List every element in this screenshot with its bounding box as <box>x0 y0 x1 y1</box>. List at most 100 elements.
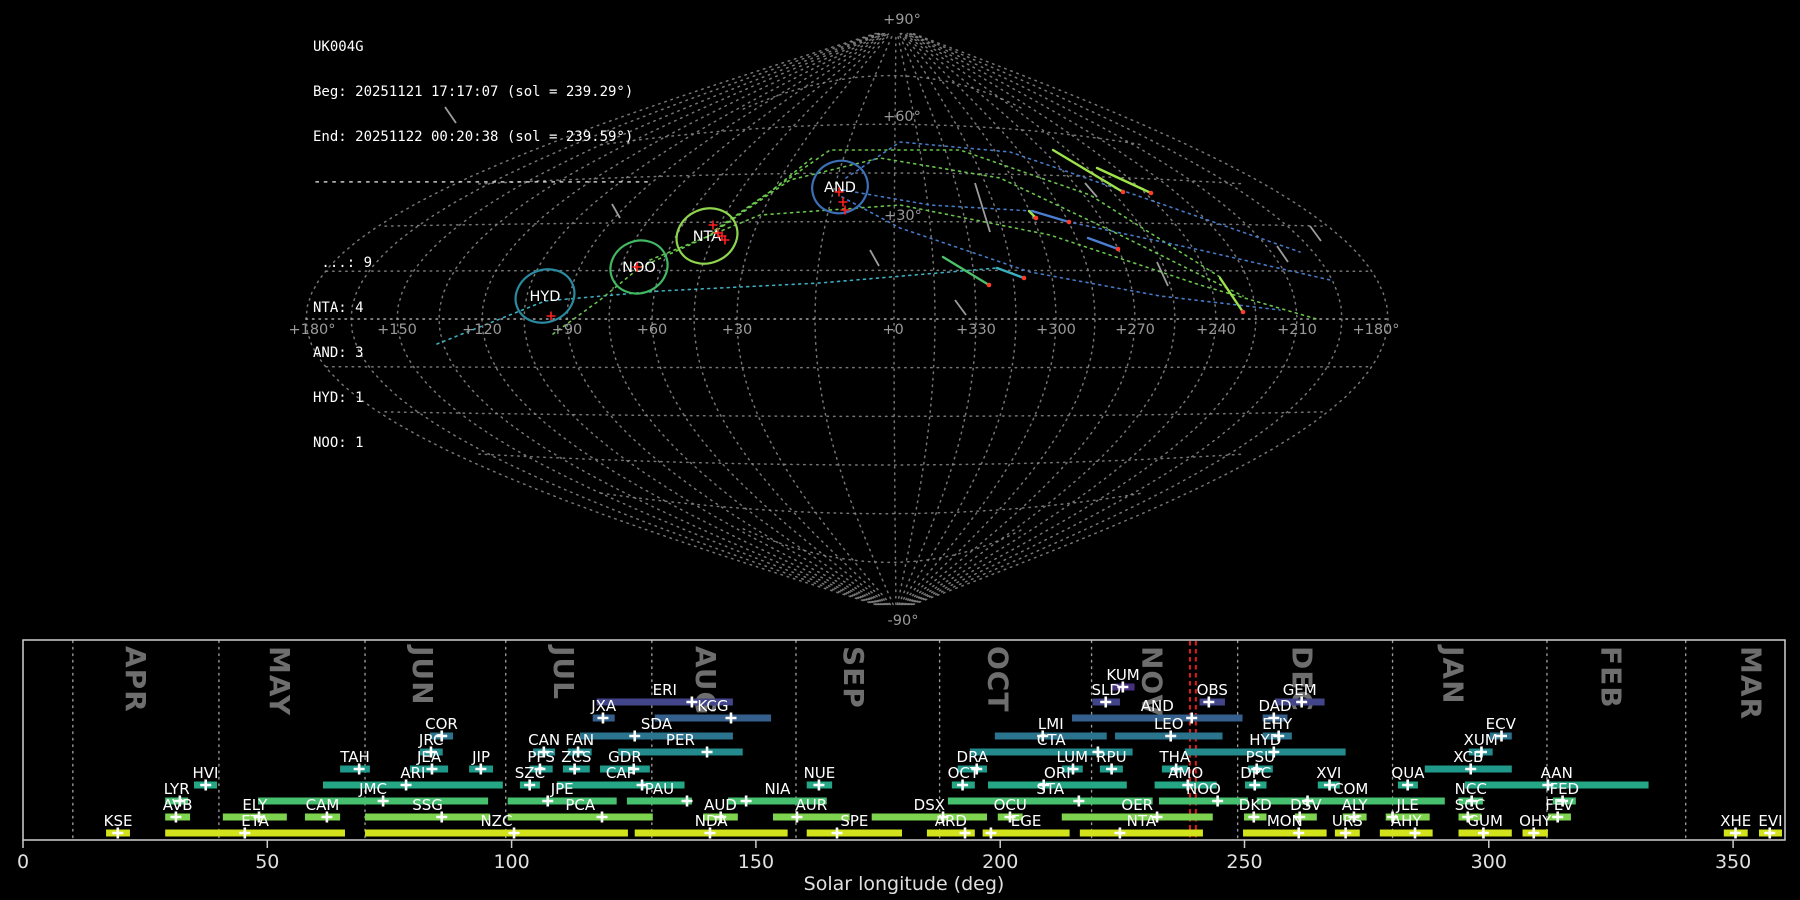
shower-code-label: ZCS <box>561 748 591 766</box>
map-latitude-label: -90° <box>888 613 919 629</box>
shower-code-label: EGE <box>1011 812 1042 830</box>
shower-code-label: OBS <box>1197 681 1228 699</box>
shower-xcb: XCB <box>1424 748 1512 775</box>
shower-gum: GUM <box>1458 812 1512 839</box>
shower-peak-marker <box>701 746 713 758</box>
meteor-endpoint-dot <box>1240 309 1246 315</box>
shower-activity-bar <box>507 797 617 805</box>
meteor-endpoint-dot <box>1148 190 1154 196</box>
shower-code-label: JXA <box>590 697 617 715</box>
shower-peak-marker <box>985 827 997 839</box>
shower-xhe: XHE <box>1720 812 1751 839</box>
radiant-label-and: AND <box>824 180 856 196</box>
map-latitude-label: +30° <box>884 208 922 224</box>
meteor-streak <box>1218 276 1245 314</box>
shower-code-label: NIA <box>764 780 791 798</box>
radiant-map-and-activity-chart: HYDNOONTAAND+180° +150 +120 +90 +60 +30 +0 +330… <box>17 12 1786 895</box>
shower-kse: KSE <box>104 812 133 839</box>
shower-code-label: EVI <box>1758 812 1782 830</box>
shower-code-label: URS <box>1332 812 1363 830</box>
shower-code-label: NOO <box>1186 780 1221 798</box>
shower-code-label: PCA <box>565 796 596 814</box>
x-axis-tick-label: 350 <box>1715 851 1751 873</box>
shower-activity-bar <box>654 714 772 722</box>
shower-code-label: LEO <box>1154 715 1184 733</box>
shower-code-label: DAD <box>1258 697 1291 715</box>
map-longitude-label: +30 <box>722 322 753 338</box>
shower-code-label: ARD <box>935 812 967 830</box>
shower-trail <box>845 141 1301 253</box>
shower-code-label: NZC <box>480 812 512 830</box>
shower-code-label: PAU <box>645 780 674 798</box>
shower-obs: OBS <box>1197 681 1228 708</box>
map-latitude-label: +60° <box>883 109 921 125</box>
shower-code-label: PER <box>666 731 695 749</box>
count-unassociated: ...: 9 <box>313 255 373 271</box>
shower-code-label: CAM <box>306 796 340 814</box>
sporadic-meteor-streak <box>1084 182 1098 198</box>
shower-sld: SLD <box>1092 681 1121 708</box>
meteor-endpoint-dot <box>986 282 992 288</box>
shower-code-label: JMC <box>358 780 387 798</box>
meteor-observation-screen: HYD NOO NTA AND +180° +150 +120 +90 +60 +30 +0 +330… <box>0 0 1800 900</box>
graticule-parallel <box>742 74 1025 110</box>
shower-code-label: QUA <box>1391 764 1425 782</box>
x-axis-tick-label: 300 <box>1471 851 1507 873</box>
shower-code-label: CTA <box>1037 731 1066 749</box>
map-longitude-label: +180° <box>1352 322 1399 338</box>
shower-activity-bar <box>323 781 503 789</box>
shower-code-label: OHY <box>1519 812 1552 830</box>
shower-code-label: STA <box>1036 780 1065 798</box>
shower-peak-marker <box>1114 827 1126 839</box>
meteor-endpoint-dot <box>1021 275 1027 281</box>
shower-zcs: ZCS <box>561 748 591 775</box>
shower-code-label: XUM <box>1464 731 1498 749</box>
shower-ege: EGE <box>982 812 1070 839</box>
separator: ---------------------------------------- <box>313 174 651 190</box>
x-axis-tick-label: 250 <box>1226 851 1262 873</box>
x-axis-tick-label: 100 <box>493 851 529 873</box>
graticule-parallel <box>742 528 1025 564</box>
shower-code-label: XCB <box>1453 748 1483 766</box>
begin-time: Beg: 20251121 17:17:07 (sol = 239.29°) <box>313 84 634 100</box>
shower-dpc: DPC <box>1240 764 1271 791</box>
observation-summary: UK004G Beg: 20251121 17:17:07 (sol = 239… <box>313 10 650 481</box>
shower-code-label: NTA <box>1127 812 1157 830</box>
shower-code-label: HYD <box>1249 731 1281 749</box>
meteor-endpoint-dot <box>1033 215 1039 221</box>
meteor-endpoint-dot <box>1120 189 1126 195</box>
month-label-apr: APR <box>119 646 152 713</box>
shower-cam: CAM <box>304 796 341 823</box>
shower-code-label: KCG <box>697 697 728 715</box>
month-label-jun: JUN <box>406 644 439 706</box>
map-longitude-label: +0 <box>882 322 903 338</box>
shower-evi: EVI <box>1758 812 1783 839</box>
activity-timeline: APR MAY JUN JUL AUG SEP OCT NOV DEC JAN FEB MARKUME… <box>17 639 1786 895</box>
shower-activity-bar <box>365 829 628 837</box>
shower-code-label: AVB <box>163 796 193 814</box>
shower-urs: URS <box>1332 812 1363 839</box>
shower-code-label: CAN <box>528 731 560 749</box>
shower-activity-bar <box>165 829 345 837</box>
shower-activity-bar <box>1079 829 1203 837</box>
shower-activity-bar <box>871 813 987 821</box>
x-axis-tick-label: 150 <box>738 851 774 873</box>
shower-code-label: AUR <box>796 796 828 814</box>
graticule-meridian <box>909 32 1298 606</box>
shower-activity-bar <box>507 813 653 821</box>
shower-code-label: CAP <box>606 764 636 782</box>
shower-activity-bar <box>258 797 489 805</box>
shower-activity-bar <box>580 732 733 740</box>
shower-oct: OCT <box>948 764 980 791</box>
map-longitude-label: +300 <box>1036 322 1076 338</box>
station-id: UK004G <box>313 39 364 55</box>
shower-code-label: KSE <box>104 812 133 830</box>
shower-qua: QUA <box>1391 764 1425 791</box>
count-hyd: HYD: 1 <box>313 390 364 406</box>
shower-code-label: DPC <box>1240 764 1271 782</box>
meteor-streak <box>941 255 991 287</box>
month-label-jan: JAN <box>1437 644 1470 705</box>
count-nta: NTA: 4 <box>313 300 364 316</box>
count-and: AND: 3 <box>313 345 364 361</box>
map-longitude-label: +240 <box>1196 322 1236 338</box>
